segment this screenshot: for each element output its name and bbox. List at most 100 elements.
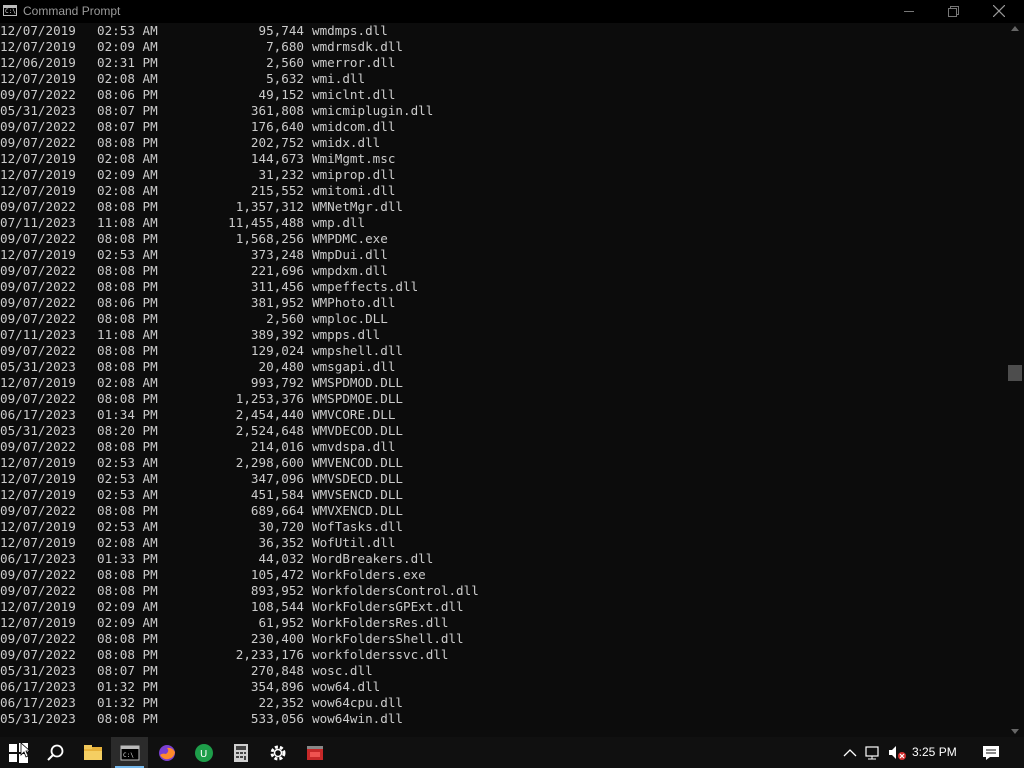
scroll-up-arrow-icon[interactable] — [1011, 26, 1019, 31]
file-date: 12/07/2019 — [0, 23, 76, 38]
file-time: 02:53 AM — [97, 487, 158, 502]
network-icon — [865, 746, 879, 760]
file-date: 12/07/2019 — [0, 599, 76, 614]
console-line: 09/07/2022 08:08 PM 105,472 WorkFolders.exe — [0, 567, 1006, 583]
file-time: 08:08 PM — [97, 279, 158, 294]
console-line: 12/07/2019 02:53 AM 451,584 WMVSENCD.DLL — [0, 487, 1006, 503]
file-name: wow64win.dll — [312, 711, 403, 726]
file-time: 08:08 PM — [97, 359, 158, 374]
scrollbar-thumb[interactable] — [1008, 365, 1022, 382]
scroll-down-arrow-icon[interactable] — [1011, 729, 1019, 734]
vertical-scrollbar[interactable] — [1006, 23, 1024, 737]
command-prompt-app-icon[interactable]: C:\ — [3, 5, 17, 16]
file-size: 533,056 — [250, 711, 304, 726]
taskbar-calculator[interactable] — [222, 737, 259, 768]
file-date: 09/07/2022 — [0, 503, 76, 518]
search-button[interactable] — [37, 737, 74, 768]
file-size: 347,096 — [250, 471, 304, 486]
file-name: WordBreakers.dll — [312, 551, 434, 566]
file-time: 02:31 PM — [97, 55, 158, 70]
file-name: wosc.dll — [312, 663, 373, 678]
taskbar-settings[interactable] — [259, 737, 296, 768]
taskbar-command-prompt[interactable]: C:\ — [111, 737, 148, 768]
console-output[interactable]: 12/07/2019 02:53 AM 95,744 wmdmps.dll 12/07/… — [0, 23, 1006, 737]
file-size: 11,455,488 — [228, 215, 304, 230]
console-line: 12/07/2019 02:53 AM 95,744 wmdmps.dll — [0, 23, 1006, 39]
file-name: WmiMgmt.msc — [312, 151, 396, 166]
file-date: 09/07/2022 — [0, 295, 76, 310]
settings-gear-icon — [270, 745, 286, 761]
file-date: 12/07/2019 — [0, 247, 76, 262]
file-time: 02:09 AM — [97, 39, 158, 54]
command-prompt-icon: C:\ — [120, 745, 140, 761]
file-size: 95,744 — [258, 23, 305, 38]
file-time: 02:08 AM — [97, 375, 158, 390]
restore-button[interactable] — [930, 0, 976, 23]
file-name: WMVXENCD.DLL — [312, 503, 403, 518]
file-name: wmerror.dll — [312, 55, 396, 70]
file-size: 2,298,600 — [235, 455, 304, 470]
file-time: 08:08 PM — [97, 199, 158, 214]
file-size: 144,673 — [250, 151, 304, 166]
file-size: 7,680 — [266, 39, 304, 54]
network-status[interactable] — [862, 737, 886, 768]
file-name: wmp.dll — [312, 215, 366, 230]
console-line: 09/07/2022 08:08 PM 689,664 WMVXENCD.DLL — [0, 503, 1006, 519]
file-name: wmidx.dll — [312, 135, 381, 150]
close-button[interactable] — [976, 0, 1022, 23]
file-size: 354,896 — [250, 679, 304, 694]
taskbar-red-app[interactable] — [296, 737, 333, 768]
file-name: wmi.dll — [312, 71, 366, 86]
file-date: 05/31/2023 — [0, 103, 76, 118]
file-size: 61,952 — [258, 615, 305, 630]
console-line: 05/31/2023 08:08 PM 533,056 wow64win.dll — [0, 711, 1006, 727]
search-icon — [47, 744, 64, 761]
start-button[interactable] — [0, 737, 37, 768]
file-name: wmploc.DLL — [312, 311, 388, 326]
taskbar-green-app[interactable]: U — [185, 737, 222, 768]
console-line: 09/07/2022 08:08 PM 311,456 wmpeffects.dll — [0, 279, 1006, 295]
file-date: 12/07/2019 — [0, 615, 76, 630]
volume-control[interactable] — [886, 737, 910, 768]
taskbar-file-explorer[interactable] — [74, 737, 111, 768]
file-date: 09/07/2022 — [0, 231, 76, 246]
file-time: 08:08 PM — [97, 263, 158, 278]
file-name: WorkFolders.exe — [312, 567, 426, 582]
file-size: 311,456 — [250, 279, 304, 294]
file-name: wow64cpu.dll — [312, 695, 403, 710]
taskbar-clock[interactable]: 3:25 PM — [912, 745, 957, 759]
window-titlebar[interactable]: C:\ Command Prompt — [0, 0, 1024, 23]
taskbar-firefox[interactable] — [148, 737, 185, 768]
file-date: 09/07/2022 — [0, 199, 76, 214]
svg-text:C:\: C:\ — [123, 752, 134, 759]
app-icon-text: C:\ — [5, 8, 16, 15]
action-center-button[interactable] — [978, 737, 1004, 768]
console-line: 12/07/2019 02:08 AM 5,632 wmi.dll — [0, 71, 1006, 87]
file-date: 12/07/2019 — [0, 535, 76, 550]
console-line: 12/07/2019 02:09 AM 108,544 WorkFoldersGPEx… — [0, 599, 1006, 615]
file-name: wmiclnt.dll — [312, 87, 396, 102]
file-date: 07/11/2023 — [0, 215, 76, 230]
console-line: 06/17/2023 01:32 PM 354,896 wow64.dll — [0, 679, 1006, 695]
show-hidden-icons-button[interactable] — [840, 737, 860, 768]
file-size: 49,152 — [258, 87, 305, 102]
svg-text:U: U — [200, 749, 207, 760]
minimize-button[interactable] — [886, 0, 932, 23]
file-name: wmitomi.dll — [312, 183, 396, 198]
console-line: 05/31/2023 08:08 PM 20,480 wmsgapi.dll — [0, 359, 1006, 375]
file-size: 2,560 — [266, 55, 304, 70]
file-size: 1,357,312 — [235, 199, 304, 214]
file-name: WMVENCOD.DLL — [312, 455, 403, 470]
volume-muted-icon — [889, 746, 906, 760]
file-size: 20,480 — [258, 359, 305, 374]
file-name: wmdrmsdk.dll — [312, 39, 403, 54]
file-date: 12/07/2019 — [0, 39, 76, 54]
console-line: 12/07/2019 02:08 AM 993,792 WMSPDMOD.DLL — [0, 375, 1006, 391]
console-line: 12/07/2019 02:53 AM 373,248 WmpDui.dll — [0, 247, 1006, 263]
file-time: 08:06 PM — [97, 87, 158, 102]
console-line: 06/17/2023 01:34 PM 2,454,440 WMVCORE.DLL — [0, 407, 1006, 423]
file-date: 09/07/2022 — [0, 631, 76, 646]
file-time: 01:32 PM — [97, 695, 158, 710]
console-line: 09/07/2022 08:08 PM 2,233,176 workfolderssv… — [0, 647, 1006, 663]
console-line: 09/07/2022 08:08 PM 1,357,312 WMNetMgr.dll — [0, 199, 1006, 215]
